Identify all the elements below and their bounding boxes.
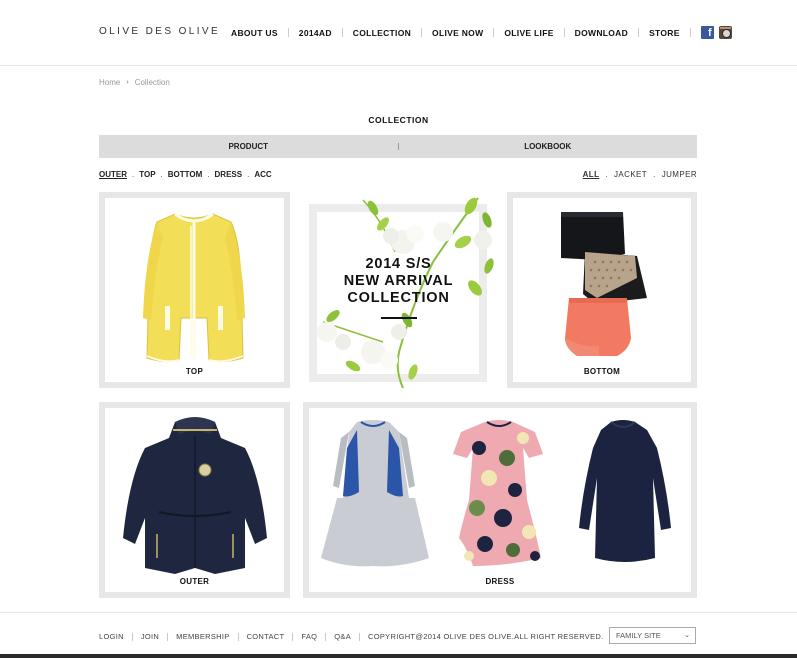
tile-label-bottom: BOTTOM [583, 367, 621, 376]
category-tile-dress[interactable]: DRESS [303, 402, 697, 598]
filter-bottom[interactable]: BOTTOM [168, 170, 203, 179]
footer-login[interactable]: LOGIN [99, 632, 124, 641]
category-tile-top[interactable]: TOP [99, 192, 290, 388]
footer-divider [359, 632, 361, 641]
site-header: OLIVE DES OLIVE ABOUT US 2014AD COLLECTI… [0, 0, 797, 66]
promo-tile[interactable]: 2014 S/S NEW ARRIVAL COLLECTION [303, 192, 494, 388]
filter-dress[interactable]: DRESS [215, 170, 243, 179]
breadcrumb-current[interactable]: Collection [135, 78, 170, 87]
footer-membership[interactable]: MEMBERSHIP [176, 632, 229, 641]
tile-image-area: TOP [105, 198, 284, 382]
yellow-coat-image [143, 212, 245, 363]
filter-separator: . [207, 170, 210, 179]
chevron-down-icon: ⌄ [684, 632, 690, 639]
filter-acc[interactable]: ACC [254, 170, 271, 179]
nav-collection[interactable]: COLLECTION [353, 28, 411, 38]
footer-faq[interactable]: FAQ [301, 632, 317, 641]
filter-separator: . [247, 170, 250, 179]
nav-divider [563, 28, 565, 37]
filter-separator: . [160, 170, 163, 179]
tab-product[interactable]: PRODUCT [99, 142, 398, 151]
category-filter: OUTER . TOP . BOTTOM . DRESS . ACC [99, 170, 272, 179]
footer-divider [325, 632, 327, 641]
footer-divider [237, 632, 239, 641]
tile-image-area: DRESS [309, 408, 691, 592]
footer-divider [292, 632, 294, 641]
breadcrumb-separator: › [126, 79, 129, 86]
main-nav: ABOUT US 2014AD COLLECTION OLIVE NOW OLI… [231, 26, 732, 39]
filter-jumper[interactable]: JUMPER [662, 170, 697, 179]
footer-copyright: COPYRIGHT@2014 OLIVE DES OLIVE.ALL RIGHT… [368, 632, 604, 641]
page-title: COLLECTION [368, 115, 429, 125]
filter-all[interactable]: ALL [583, 170, 600, 179]
bottom-border [0, 654, 797, 658]
navy-jacket-image [123, 417, 267, 574]
nav-divider [493, 28, 495, 37]
social-links: f [700, 26, 732, 39]
footer-join[interactable]: JOIN [141, 632, 159, 641]
category-tile-outer[interactable]: OUTER [99, 402, 290, 598]
instagram-icon[interactable] [718, 26, 732, 39]
family-site-value: FAMILY SITE [616, 631, 661, 640]
site-logo[interactable]: OLIVE DES OLIVE [99, 26, 220, 37]
nav-olive-now[interactable]: OLIVE NOW [432, 28, 483, 38]
nav-olive-life[interactable]: OLIVE LIFE [504, 28, 553, 38]
tile-label-dress: DRESS [485, 577, 515, 586]
tile-image-area: BOTTOM [513, 198, 691, 382]
filter-separator: . [605, 170, 608, 179]
nav-store[interactable]: STORE [649, 28, 680, 38]
tile-label-outer: OUTER [179, 577, 210, 586]
tab-lookbook[interactable]: LOOKBOOK [399, 142, 698, 151]
footer-links: LOGIN JOIN MEMBERSHIP CONTACT FAQ Q&A CO… [99, 632, 604, 641]
promo-line-1: 2014 S/S [365, 256, 432, 272]
skirts-image [561, 212, 647, 356]
site-footer: LOGIN JOIN MEMBERSHIP CONTACT FAQ Q&A CO… [0, 612, 797, 658]
breadcrumb-home[interactable]: Home [99, 78, 120, 87]
filter-top[interactable]: TOP [139, 170, 155, 179]
promo-line-3: COLLECTION [347, 290, 450, 306]
tile-label-top: TOP [185, 367, 204, 376]
filter-jacket[interactable]: JACKET [614, 170, 647, 179]
filter-separator: . [653, 170, 656, 179]
nav-divider [287, 28, 289, 37]
nav-about-us[interactable]: ABOUT US [231, 28, 278, 38]
category-tile-bottom[interactable]: BOTTOM [507, 192, 697, 388]
tile-image-area: OUTER [105, 408, 284, 592]
nav-divider [421, 28, 423, 37]
nav-download[interactable]: DOWNLOAD [575, 28, 628, 38]
nav-divider [689, 28, 691, 37]
filter-separator: . [132, 170, 135, 179]
collection-tabs: PRODUCT LOOKBOOK [99, 135, 697, 158]
nav-divider [341, 28, 343, 37]
family-site-select[interactable]: FAMILY SITE ⌄ [609, 627, 696, 644]
footer-qna[interactable]: Q&A [334, 632, 351, 641]
filter-outer[interactable]: OUTER [99, 170, 127, 179]
facebook-icon[interactable]: f [700, 26, 714, 39]
nav-2014ad[interactable]: 2014AD [299, 28, 332, 38]
promo-headline: 2014 S/S NEW ARRIVAL COLLECTION [303, 256, 494, 307]
nav-divider [638, 28, 640, 37]
footer-divider [131, 632, 133, 641]
breadcrumb: Home › Collection [99, 78, 170, 87]
promo-underline [381, 317, 417, 319]
footer-divider [167, 632, 169, 641]
promo-line-2: NEW ARRIVAL [343, 273, 454, 289]
footer-contact[interactable]: CONTACT [247, 632, 285, 641]
type-filter: ALL . JACKET . JUMPER [583, 170, 697, 179]
dresses-image [321, 420, 671, 567]
